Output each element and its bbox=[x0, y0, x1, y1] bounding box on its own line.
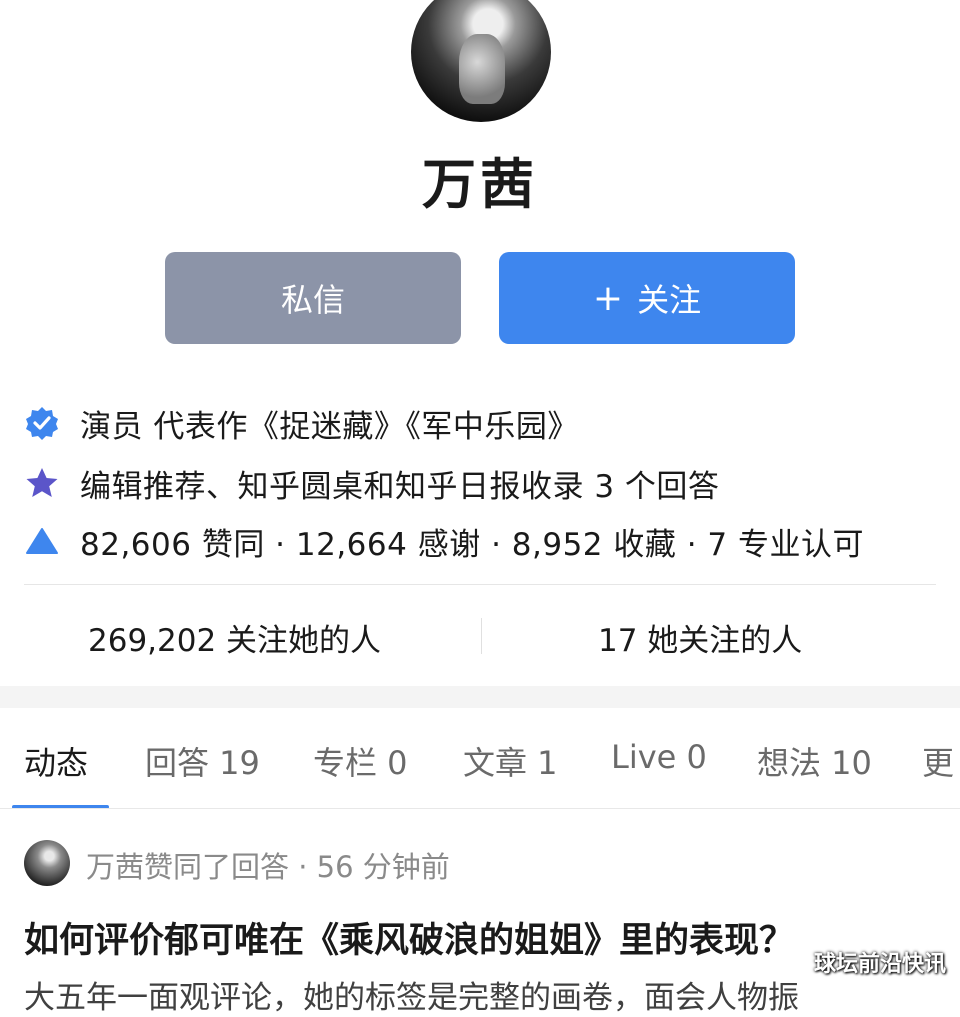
feed-meta: 万茜赞同了回答 · 56 分钟前 bbox=[86, 850, 450, 884]
tab-answers[interactable]: 回答 19 bbox=[145, 738, 260, 784]
star-icon bbox=[26, 468, 58, 497]
verified-text: 演员 代表作《捉迷藏》《军中乐园》 bbox=[80, 408, 579, 445]
follow-button[interactable]: + 关注 bbox=[499, 252, 795, 344]
recommend-row[interactable]: 编辑推荐、知乎圆桌和知乎日报收录 3 个回答 bbox=[24, 461, 719, 505]
message-button[interactable]: 私信 bbox=[165, 252, 461, 344]
feed-title[interactable]: 如何评价郁可唯在《乘风破浪的姐姐》里的表现？ bbox=[24, 912, 794, 963]
recommend-text: 编辑推荐、知乎圆桌和知乎日报收录 3 个回答 bbox=[80, 468, 720, 505]
stats-separator bbox=[481, 618, 482, 654]
follow-button-label: 关注 bbox=[637, 281, 702, 319]
stats-text: 82,606 赞同 · 12,664 感谢 · 8,952 收藏 · 7 专业认… bbox=[80, 526, 865, 563]
followers-count[interactable]: 269,202 关注她的人 bbox=[88, 615, 381, 659]
stats-row[interactable]: 82,606 赞同 · 12,664 感谢 · 8,952 收藏 · 7 专业认… bbox=[24, 519, 864, 563]
watermark: 球坛前沿快讯 bbox=[813, 952, 946, 977]
profile-avatar[interactable] bbox=[411, 0, 551, 122]
tab-live[interactable]: Live 0 bbox=[611, 738, 707, 776]
message-button-label: 私信 bbox=[280, 281, 345, 319]
divider bbox=[24, 584, 936, 585]
tab-articles[interactable]: 文章 1 bbox=[463, 738, 558, 784]
feed-excerpt[interactable]: 大五年一面观评论，她的标签是完整的画卷，面会人物振 bbox=[24, 972, 799, 1017]
profile-tabs: 动态 回答 19 专栏 0 文章 1 Live 0 想法 10 更 bbox=[0, 708, 960, 809]
feed-avatar[interactable] bbox=[24, 840, 70, 886]
tab-thoughts[interactable]: 想法 10 bbox=[757, 738, 872, 784]
tab-activity[interactable]: 动态 bbox=[24, 738, 88, 784]
plus-icon: + bbox=[592, 277, 624, 319]
verified-row: 演员 代表作《捉迷藏》《军中乐园》 bbox=[24, 401, 579, 445]
triangle-up-icon bbox=[26, 528, 58, 554]
verified-badge-icon bbox=[26, 407, 58, 440]
section-gap bbox=[0, 686, 960, 708]
avatar-photo bbox=[459, 34, 505, 104]
tab-columns[interactable]: 专栏 0 bbox=[313, 738, 408, 784]
tab-more[interactable]: 更 bbox=[922, 738, 954, 784]
tabs-divider bbox=[0, 808, 960, 809]
following-count[interactable]: 17 她关注的人 bbox=[598, 615, 802, 659]
profile-name: 万茜 bbox=[422, 153, 538, 216]
